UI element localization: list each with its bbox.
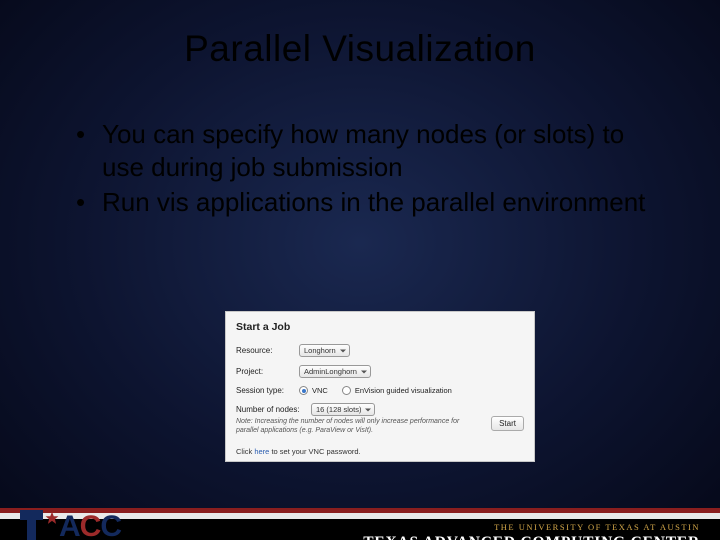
vnc-radio[interactable] xyxy=(299,386,308,395)
tacc-letter-a: A xyxy=(59,512,79,540)
bullet-item: Run vis applications in the parallel env… xyxy=(72,186,648,219)
vnc-here-link[interactable]: here xyxy=(254,447,269,456)
project-row: Project: AdminLonghorn xyxy=(236,365,524,378)
session-type-label: Session type: xyxy=(236,386,294,395)
footer-right-text: THE UNIVERSITY OF TEXAS AT AUSTIN TEXAS … xyxy=(363,522,700,540)
tacc-logo: A C C xyxy=(20,502,140,540)
tacc-letter-t-icon xyxy=(20,510,43,540)
star-icon xyxy=(45,511,59,525)
tacc-letter-c2: C xyxy=(100,512,120,540)
nodes-note: Note: Increasing the number of nodes wil… xyxy=(236,418,461,436)
envision-radio-label: EnVision guided visualization xyxy=(355,386,452,395)
panel-heading: Start a Job xyxy=(236,321,524,333)
project-select[interactable]: AdminLonghorn xyxy=(299,365,371,378)
resource-row: Resource: Longhorn xyxy=(236,344,524,357)
center-line: TEXAS ADVANCED COMPUTING CENTER xyxy=(363,534,700,540)
nodes-select[interactable]: 16 (128 slots) xyxy=(311,403,375,416)
resource-label: Resource: xyxy=(236,346,294,355)
footer: A C C THE UNIVERSITY OF TEXAS AT AUSTIN … xyxy=(0,508,720,540)
bullet-list: You can specify how many nodes (or slots… xyxy=(72,118,648,219)
bullet-item: You can specify how many nodes (or slots… xyxy=(72,118,648,183)
envision-radio[interactable] xyxy=(342,386,351,395)
start-job-panel: Start a Job Resource: Longhorn Project: … xyxy=(225,311,535,462)
start-button[interactable]: Start xyxy=(491,416,524,431)
vnc-password-line: Click here to set your VNC password. xyxy=(236,447,524,456)
nodes-row: Number of nodes: 16 (128 slots) xyxy=(236,403,524,416)
slide-title: Parallel Visualization xyxy=(0,28,720,70)
nodes-label: Number of nodes: xyxy=(236,405,306,414)
project-label: Project: xyxy=(236,367,294,376)
vnc-text-post: to set your VNC password. xyxy=(269,447,360,456)
vnc-text-pre: Click xyxy=(236,447,254,456)
vnc-radio-label: VNC xyxy=(312,386,328,395)
session-type-row: Session type: VNC EnVision guided visual… xyxy=(236,386,524,395)
university-line: THE UNIVERSITY OF TEXAS AT AUSTIN xyxy=(363,522,700,532)
resource-select[interactable]: Longhorn xyxy=(299,344,350,357)
tacc-letter-c1: C xyxy=(80,512,100,540)
